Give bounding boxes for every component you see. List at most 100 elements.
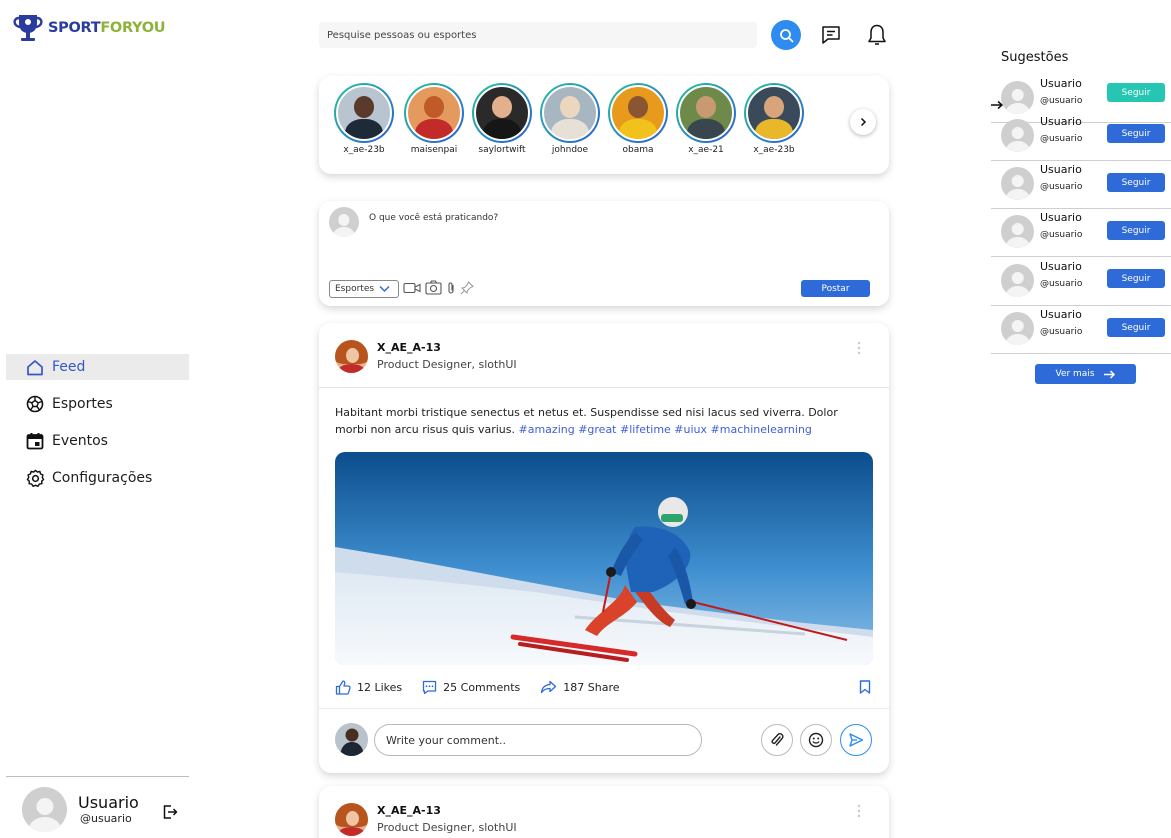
sidebar-item-esportes[interactable]: Esportes [6, 391, 189, 417]
story-username: x_ae-23b [343, 145, 385, 155]
current-user-handle: @usuario [80, 812, 132, 825]
follow-button[interactable]: Seguir [1107, 124, 1165, 143]
pin-icon[interactable] [460, 280, 474, 295]
avatar[interactable] [1001, 215, 1034, 248]
story-username: saylortwift [478, 145, 526, 155]
suggestion-handle: @usuario [1040, 134, 1083, 144]
suggestion-name[interactable]: Usuario [1040, 77, 1082, 90]
suggestion-handle: @usuario [1040, 327, 1083, 337]
post-author-name[interactable]: X_AE_A-13 [377, 341, 441, 354]
author-avatar[interactable] [335, 340, 368, 373]
share-button[interactable]: 187 Share [540, 680, 620, 694]
comment-input[interactable] [386, 733, 701, 747]
app-logo[interactable]: SPORTFORYOU [10, 12, 166, 44]
avatar[interactable] [1001, 119, 1034, 152]
messages-icon[interactable] [820, 24, 842, 50]
avatar[interactable] [1001, 167, 1034, 200]
more-options-icon[interactable] [857, 803, 861, 822]
suggestion-name[interactable]: Usuario [1040, 115, 1082, 128]
like-button[interactable]: 12 Likes [335, 679, 402, 695]
attach-file-button[interactable] [761, 724, 793, 756]
post-body: Habitant morbi tristique senectus et net… [335, 404, 865, 438]
sidebar-item-eventos[interactable]: Eventos [6, 428, 189, 454]
post-actions: 12 Likes 25 Comments 187 Share [335, 678, 873, 696]
category-select-value: Esportes [335, 284, 375, 294]
story-item[interactable]: x_ae-23b [743, 83, 805, 155]
notifications-bell-icon[interactable] [866, 23, 888, 51]
post-footer-divider [319, 708, 889, 709]
stories-next-button[interactable] [850, 109, 876, 135]
post-author-role: Product Designer, slothUI [377, 821, 517, 834]
suggestion-handle: @usuario [1040, 182, 1083, 192]
more-options-icon[interactable] [857, 340, 861, 359]
search-button[interactable] [771, 20, 801, 50]
home-icon [25, 357, 45, 377]
post-author-role: Product Designer, slothUI [377, 358, 517, 371]
emoji-button[interactable] [800, 724, 832, 756]
send-comment-button[interactable] [840, 724, 872, 756]
avatar [329, 207, 359, 237]
story-item[interactable]: x_ae-23b [333, 83, 395, 155]
follow-button[interactable]: Seguir [1107, 221, 1165, 240]
story-username: obama [622, 145, 654, 155]
avatar[interactable] [1001, 312, 1034, 345]
feed-post: X_AE_A-13 Product Designer, slothUI [319, 786, 889, 838]
post-hashtags[interactable]: #amazing #great #lifetime #uiux #machine… [519, 423, 812, 436]
story-item[interactable]: saylortwift [471, 83, 533, 155]
story-item[interactable]: johndoe [539, 83, 601, 155]
story-username: maisenpai [410, 145, 458, 155]
suggestion-item: Usuario @usuario Seguir [991, 258, 1171, 306]
camera-icon[interactable] [425, 280, 442, 295]
suggestion-handle: @usuario [1040, 96, 1083, 106]
logout-icon[interactable] [162, 804, 178, 824]
see-more-button[interactable]: Ver mais [1035, 364, 1136, 384]
avatar[interactable] [1001, 264, 1034, 297]
arrow-right-icon [1103, 369, 1115, 379]
category-select[interactable]: Esportes [329, 280, 399, 298]
sidebar-item-configuracoes[interactable]: Configurações [6, 465, 189, 491]
search-input[interactable] [327, 29, 757, 41]
attachment-icon[interactable] [446, 281, 456, 295]
soccer-ball-icon [25, 394, 45, 414]
suggestion-name[interactable]: Usuario [1040, 260, 1082, 273]
shares-count: 187 Share [563, 680, 620, 694]
story-avatar [746, 85, 802, 141]
avatar[interactable] [1001, 81, 1034, 114]
search-bar [319, 22, 757, 48]
story-username: x_ae-23b [753, 145, 795, 155]
comments-button[interactable]: 25 Comments [422, 680, 520, 695]
composer-prompt[interactable]: O que você está praticando? [369, 213, 498, 223]
paperclip-icon [771, 733, 784, 746]
current-user-profile[interactable]: Usuario @usuario [22, 787, 139, 832]
post-author-name[interactable]: X_AE_A-13 [377, 804, 441, 817]
post-button[interactable]: Postar [801, 280, 870, 297]
thumbs-up-icon [335, 679, 351, 695]
logo-text-foryou: FORYOU [100, 20, 166, 36]
follow-button[interactable]: Seguir [1107, 83, 1165, 102]
post-image[interactable] [335, 452, 873, 665]
story-item[interactable]: maisenpai [403, 83, 465, 155]
gear-icon [25, 468, 45, 488]
suggestion-item: Usuario @usuario Seguir [991, 209, 1171, 257]
send-icon [849, 733, 864, 747]
suggestion-name[interactable]: Usuario [1040, 308, 1082, 321]
sidebar-item-feed[interactable]: Feed [6, 354, 189, 380]
trophy-icon [13, 15, 43, 41]
follow-button[interactable]: Seguir [1107, 173, 1165, 192]
suggestion-name[interactable]: Usuario [1040, 163, 1082, 176]
feed-post: X_AE_A-13 Product Designer, slothUI Habi… [319, 323, 889, 773]
bookmark-icon[interactable] [859, 679, 871, 698]
follow-button[interactable]: Seguir [1107, 318, 1165, 337]
avatar [22, 787, 67, 832]
sidebar-item-label: Configurações [52, 470, 153, 486]
suggestion-name[interactable]: Usuario [1040, 211, 1082, 224]
follow-button[interactable]: Seguir [1107, 269, 1165, 288]
video-icon[interactable] [403, 282, 421, 294]
suggestion-handle: @usuario [1040, 230, 1083, 240]
story-avatar [474, 85, 530, 141]
author-avatar[interactable] [335, 803, 368, 836]
avatar [335, 723, 368, 756]
story-item[interactable]: x_ae-21 [675, 83, 737, 155]
story-avatar [610, 85, 666, 141]
story-item[interactable]: obama [607, 83, 669, 155]
